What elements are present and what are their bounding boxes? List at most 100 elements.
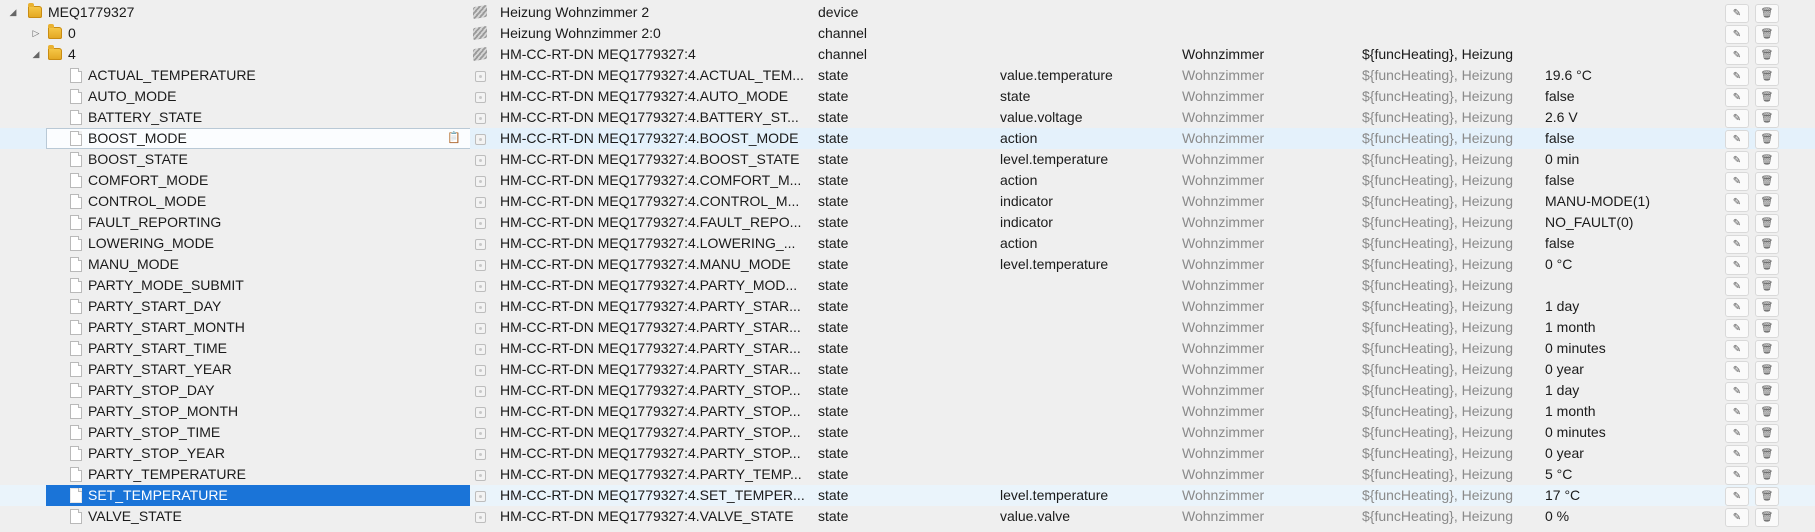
pencil-icon[interactable]: ✎ [1725, 214, 1749, 233]
value[interactable]: 1 day [1545, 380, 1695, 401]
value[interactable]: 0 % [1545, 506, 1695, 527]
tree-row-state[interactable]: BATTERY_STATE HM-CC-RT-DN MEQ1779327:4.BA… [0, 107, 1815, 128]
tree-row-state[interactable]: BOOST_STATE HM-CC-RT-DN MEQ1779327:4.BOOS… [0, 149, 1815, 170]
trash-icon[interactable]: 🗑 [1755, 319, 1779, 338]
value[interactable]: 0 year [1545, 359, 1695, 380]
trash-icon[interactable]: 🗑 [1755, 109, 1779, 128]
value[interactable]: NO_FAULT(0) [1545, 212, 1695, 233]
tree-row-state[interactable]: CONTROL_MODE HM-CC-RT-DN MEQ1779327:4.CON… [0, 191, 1815, 212]
pencil-icon[interactable]: ✎ [1725, 25, 1749, 44]
tree-row-state[interactable]: PARTY_TEMPERATURE HM-CC-RT-DN MEQ1779327:… [0, 464, 1815, 485]
trash-icon[interactable]: 🗑 [1755, 130, 1779, 149]
pencil-icon[interactable]: ✎ [1725, 508, 1749, 527]
collapse-toggle-icon[interactable]: ◢ [8, 2, 18, 23]
pencil-icon[interactable]: ✎ [1725, 424, 1749, 443]
tree-row-state[interactable]: PARTY_STOP_YEAR HM-CC-RT-DN MEQ1779327:4.… [0, 443, 1815, 464]
trash-icon[interactable]: 🗑 [1755, 172, 1779, 191]
tree-row-state[interactable]: PARTY_STOP_DAY HM-CC-RT-DN MEQ1779327:4.P… [0, 380, 1815, 401]
value[interactable]: MANU-MODE(1) [1545, 191, 1695, 212]
pencil-icon[interactable]: ✎ [1725, 193, 1749, 212]
pencil-icon[interactable]: ✎ [1725, 109, 1749, 128]
tree-row-state[interactable]: VALVE_STATE HM-CC-RT-DN MEQ1779327:4.VALV… [0, 506, 1815, 527]
value[interactable]: 1 month [1545, 317, 1695, 338]
tree-row-state[interactable]: PARTY_START_YEAR HM-CC-RT-DN MEQ1779327:4… [0, 359, 1815, 380]
expand-toggle-icon[interactable]: ▷ [31, 23, 41, 44]
value[interactable] [1545, 275, 1695, 296]
trash-icon[interactable]: 🗑 [1755, 298, 1779, 317]
tree-row-state[interactable]: 📋 BOOST_MODE HM-CC-RT-DN MEQ1779327:4.BOOS… [0, 128, 1815, 149]
pencil-icon[interactable]: ✎ [1725, 151, 1749, 170]
value[interactable]: 17 °C [1545, 485, 1695, 506]
tree-row-state[interactable]: FAULT_REPORTING HM-CC-RT-DN MEQ1779327:4.… [0, 212, 1815, 233]
tree-row-state[interactable]: PARTY_START_MONTH HM-CC-RT-DN MEQ1779327:… [0, 317, 1815, 338]
tree-row-state[interactable]: MANU_MODE HM-CC-RT-DN MEQ1779327:4.MANU_M… [0, 254, 1815, 275]
pencil-icon[interactable]: ✎ [1725, 256, 1749, 275]
value[interactable]: false [1545, 128, 1695, 149]
value[interactable]: 0 minutes [1545, 338, 1695, 359]
value[interactable]: 0 year [1545, 443, 1695, 464]
pencil-icon[interactable]: ✎ [1725, 445, 1749, 464]
pencil-icon[interactable]: ✎ [1725, 88, 1749, 107]
pencil-icon[interactable]: ✎ [1725, 277, 1749, 296]
trash-icon[interactable]: 🗑 [1755, 445, 1779, 464]
trash-icon[interactable]: 🗑 [1755, 214, 1779, 233]
trash-icon[interactable]: 🗑 [1755, 403, 1779, 422]
tree-row-state[interactable]: LOWERING_MODE HM-CC-RT-DN MEQ1779327:4.LO… [0, 233, 1815, 254]
tree-row-state[interactable]: PARTY_STOP_MONTH HM-CC-RT-DN MEQ1779327:4… [0, 401, 1815, 422]
tree-row-state[interactable]: SET_TEMPERATURE HM-CC-RT-DN MEQ1779327:4.… [0, 485, 1815, 506]
value[interactable]: 0 minutes [1545, 422, 1695, 443]
trash-icon[interactable]: 🗑 [1755, 424, 1779, 443]
trash-icon[interactable]: 🗑 [1755, 340, 1779, 359]
value[interactable]: 5 °C [1545, 464, 1695, 485]
value[interactable]: false [1545, 233, 1695, 254]
value[interactable]: 2.6 V [1545, 107, 1695, 128]
value[interactable]: false [1545, 86, 1695, 107]
trash-icon[interactable]: 🗑 [1755, 466, 1779, 485]
pencil-icon[interactable]: ✎ [1725, 466, 1749, 485]
tree-row-state[interactable]: PARTY_STOP_TIME HM-CC-RT-DN MEQ1779327:4.… [0, 422, 1815, 443]
trash-icon[interactable]: 🗑 [1755, 361, 1779, 380]
pencil-icon[interactable]: ✎ [1725, 130, 1749, 149]
trash-icon[interactable]: 🗑 [1755, 151, 1779, 170]
tree-row-state[interactable]: PARTY_MODE_SUBMIT HM-CC-RT-DN MEQ1779327:… [0, 275, 1815, 296]
clipboard-icon[interactable]: 📋 [447, 128, 461, 149]
tree-row-state[interactable]: PARTY_START_TIME HM-CC-RT-DN MEQ1779327:4… [0, 338, 1815, 359]
trash-icon[interactable]: 🗑 [1755, 46, 1779, 65]
trash-icon[interactable]: 🗑 [1755, 487, 1779, 506]
pencil-icon[interactable]: ✎ [1725, 67, 1749, 86]
trash-icon[interactable]: 🗑 [1755, 193, 1779, 212]
pencil-icon[interactable]: ✎ [1725, 298, 1749, 317]
trash-icon[interactable]: 🗑 [1755, 382, 1779, 401]
tree-row-state[interactable]: PARTY_START_DAY HM-CC-RT-DN MEQ1779327:4.… [0, 296, 1815, 317]
pencil-icon[interactable]: ✎ [1725, 382, 1749, 401]
tree-row-state[interactable]: AUTO_MODE HM-CC-RT-DN MEQ1779327:4.AUTO_M… [0, 86, 1815, 107]
value[interactable]: false [1545, 170, 1695, 191]
pencil-icon[interactable]: ✎ [1725, 46, 1749, 65]
pencil-icon[interactable]: ✎ [1725, 340, 1749, 359]
trash-icon[interactable]: 🗑 [1755, 88, 1779, 107]
trash-icon[interactable]: 🗑 [1755, 4, 1779, 23]
pencil-icon[interactable]: ✎ [1725, 361, 1749, 380]
pencil-icon[interactable]: ✎ [1725, 4, 1749, 23]
value[interactable]: 19.6 °C [1545, 65, 1695, 86]
pencil-icon[interactable]: ✎ [1725, 319, 1749, 338]
trash-icon[interactable]: 🗑 [1755, 508, 1779, 527]
tree-row-state[interactable]: ACTUAL_TEMPERATURE HM-CC-RT-DN MEQ1779327… [0, 65, 1815, 86]
trash-icon[interactable]: 🗑 [1755, 25, 1779, 44]
value[interactable]: 0 °C [1545, 254, 1695, 275]
trash-icon[interactable]: 🗑 [1755, 277, 1779, 296]
trash-icon[interactable]: 🗑 [1755, 235, 1779, 254]
pencil-icon[interactable]: ✎ [1725, 403, 1749, 422]
value[interactable]: 1 month [1545, 401, 1695, 422]
value[interactable]: 0 min [1545, 149, 1695, 170]
pencil-icon[interactable]: ✎ [1725, 172, 1749, 191]
collapse-toggle-icon[interactable]: ◢ [31, 44, 41, 65]
value[interactable]: 1 day [1545, 296, 1695, 317]
tree-row-device[interactable]: ◢ MEQ1779327 Heizung Wohnzimmer 2 device… [0, 2, 1815, 23]
pencil-icon[interactable]: ✎ [1725, 487, 1749, 506]
trash-icon[interactable]: 🗑 [1755, 256, 1779, 275]
pencil-icon[interactable]: ✎ [1725, 235, 1749, 254]
tree-row-state[interactable]: COMFORT_MODE HM-CC-RT-DN MEQ1779327:4.COM… [0, 170, 1815, 191]
trash-icon[interactable]: 🗑 [1755, 67, 1779, 86]
tree-row-channel-0[interactable]: ▷ 0 Heizung Wohnzimmer 2:0 channel ✎ 🗑 [0, 23, 1815, 44]
